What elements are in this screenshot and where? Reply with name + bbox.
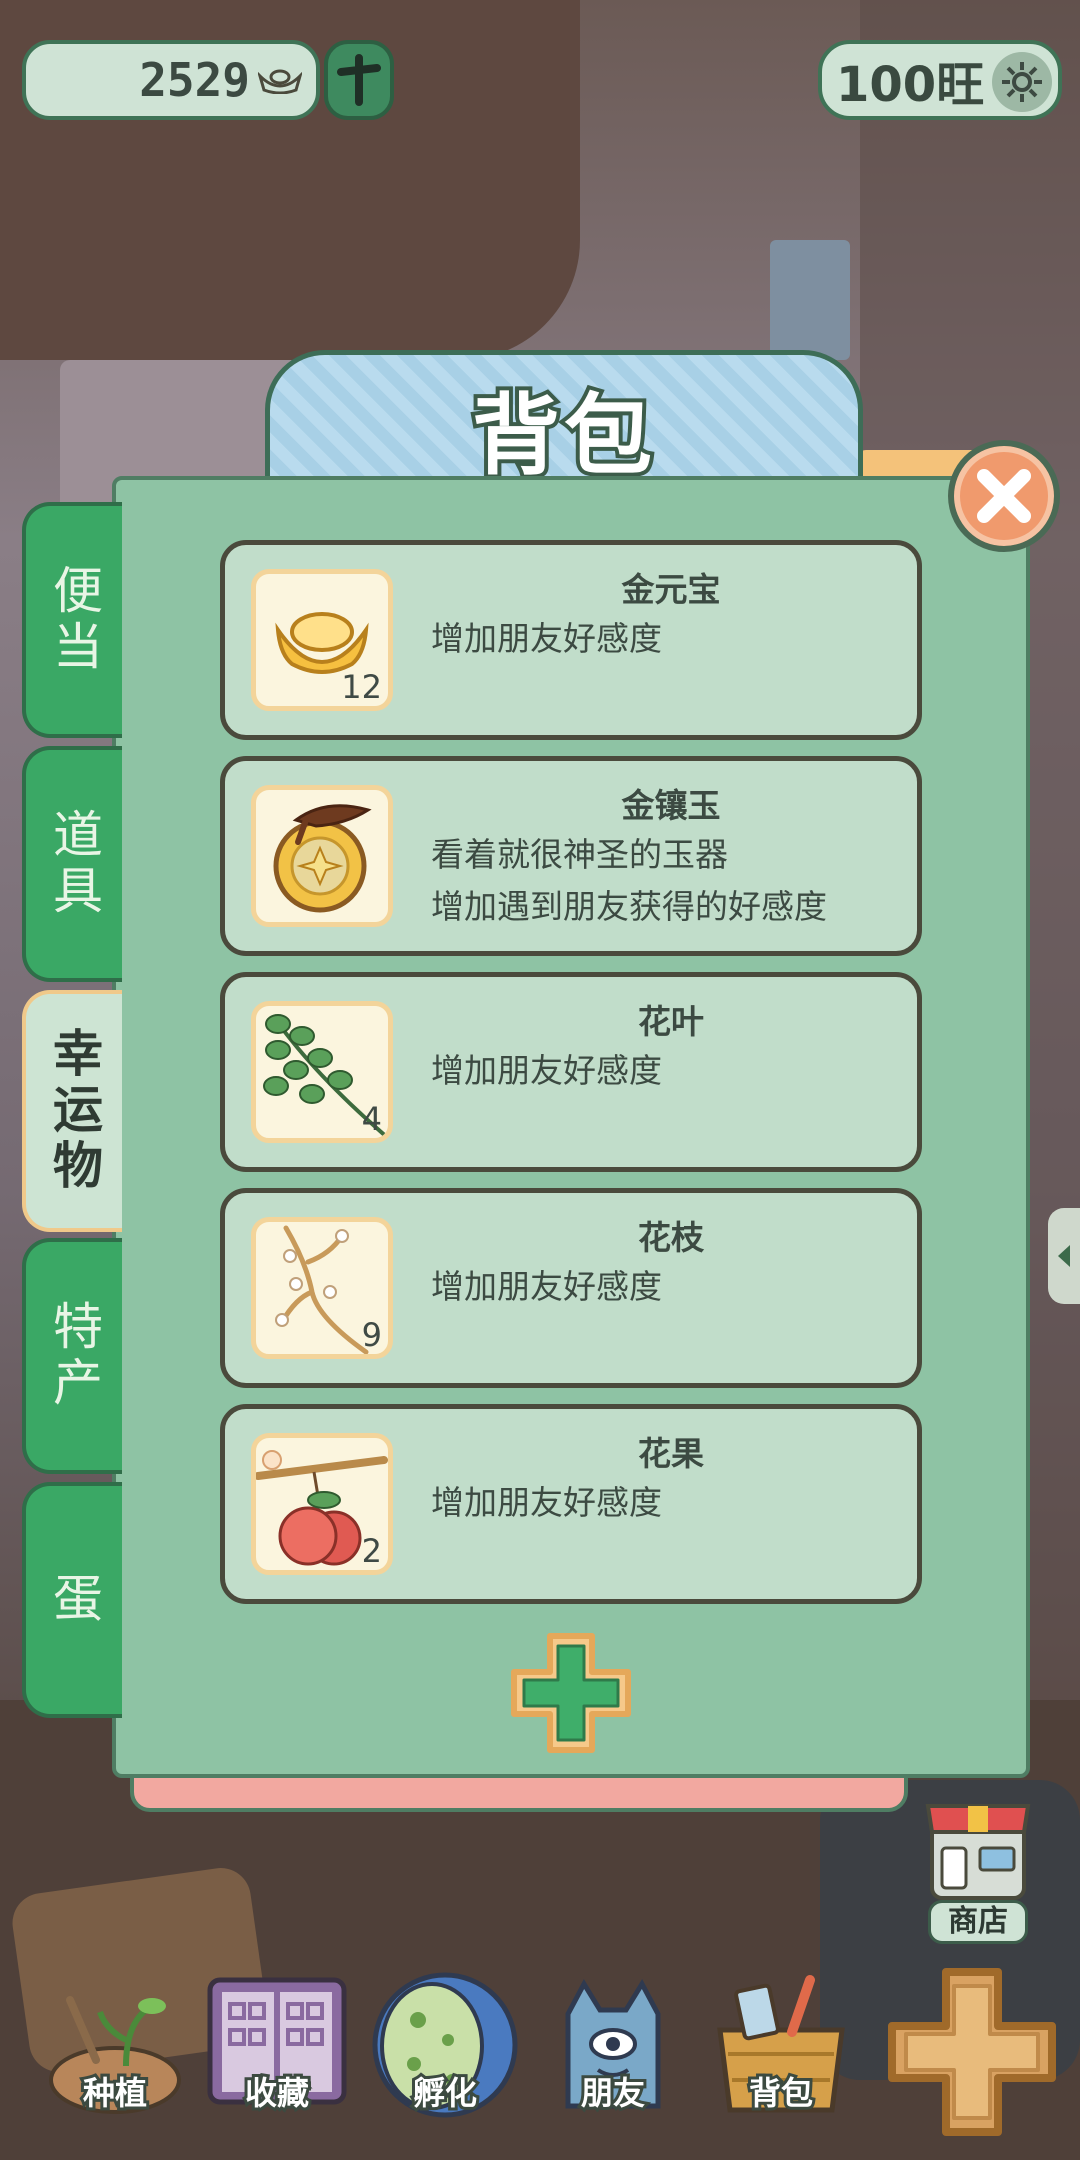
shop-label: 商店 xyxy=(928,1900,1028,1944)
item-desc-line: 看着就很神圣的玉器 xyxy=(431,835,728,874)
item-count: 2 xyxy=(361,1532,382,1570)
item-name: 金元宝 xyxy=(621,570,721,609)
nav-hatch[interactable]: 孵化 xyxy=(370,1970,520,2120)
item-count: 4 xyxy=(361,1100,382,1138)
tab-specialties[interactable]: 特产 xyxy=(22,1238,122,1474)
flower-leaf-icon: 4 xyxy=(251,1001,393,1143)
shop-icon xyxy=(925,1804,1031,1900)
tab-bento[interactable]: 便当 xyxy=(22,502,122,738)
tab-lucky-items[interactable]: 幸运物 xyxy=(22,990,122,1232)
item-description: 增加朋友好感度 xyxy=(431,1477,662,1529)
item-desc-line: 增加遇到朋友获得的好感度 xyxy=(431,887,827,926)
item-name: 花叶 xyxy=(638,1002,704,1041)
plus-icon xyxy=(888,1968,1056,2136)
flower-branch-icon: 9 xyxy=(251,1217,393,1359)
item-desc-line: 增加朋友好感度 xyxy=(431,1483,662,1522)
nav-label: 种植 xyxy=(80,2071,150,2115)
flower-fruit-icon: 2 xyxy=(251,1433,393,1575)
currency-display: 2529 xyxy=(22,40,320,120)
item-count: 9 xyxy=(361,1316,382,1354)
gold-jade-icon xyxy=(251,785,393,927)
tab-eggs[interactable]: 蛋 xyxy=(22,1482,122,1718)
item-description: 增加朋友好感度 xyxy=(431,1045,662,1097)
item-desc-line: 增加朋友好感度 xyxy=(431,1267,662,1306)
item-name: 花果 xyxy=(638,1434,704,1473)
main-action-button[interactable] xyxy=(884,1964,1060,2140)
side-drawer-toggle[interactable] xyxy=(1048,1208,1080,1304)
item-description: 看着就很神圣的玉器 增加遇到朋友获得的好感度 xyxy=(431,829,827,933)
plus-icon xyxy=(511,1633,631,1753)
nav-plant[interactable]: 种植 xyxy=(40,1970,190,2120)
item-card[interactable]: 4 花叶 增加朋友好感度 xyxy=(220,972,922,1172)
tab-props[interactable]: 道具 xyxy=(22,746,122,982)
add-item-button[interactable] xyxy=(506,1628,636,1758)
item-description: 增加朋友好感度 xyxy=(431,1261,662,1313)
nav-label: 背包 xyxy=(746,2071,816,2115)
currency-amount: 2529 xyxy=(139,53,250,107)
shop-button[interactable]: 商店 xyxy=(918,1794,1038,1948)
gear-icon xyxy=(1002,62,1042,102)
close-icon xyxy=(977,469,1031,523)
gold-ingot-icon: 12 xyxy=(251,569,393,711)
nav-backpack[interactable]: 背包 xyxy=(706,1970,856,2120)
arrow-left-icon xyxy=(1058,1245,1070,1267)
background-shutter xyxy=(770,240,850,360)
item-card[interactable]: 12 金元宝 增加朋友好感度 xyxy=(220,540,922,740)
plus-icon xyxy=(337,54,381,106)
nav-label: 收藏 xyxy=(242,2071,312,2115)
item-card[interactable]: 9 花枝 增加朋友好感度 xyxy=(220,1188,922,1388)
nav-label: 朋友 xyxy=(578,2071,648,2115)
item-desc-line: 增加朋友好感度 xyxy=(431,619,662,658)
item-name: 金镶玉 xyxy=(621,786,721,825)
ingot-icon xyxy=(258,66,302,94)
item-card[interactable]: 2 花果 增加朋友好感度 xyxy=(220,1404,922,1604)
item-desc-line: 增加朋友好感度 xyxy=(431,1051,662,1090)
nav-label: 孵化 xyxy=(410,2071,480,2115)
level-display: 100旺 xyxy=(818,40,1062,120)
add-currency-button[interactable] xyxy=(324,40,394,120)
nav-friends[interactable]: 朋友 xyxy=(538,1970,688,2120)
item-name: 花枝 xyxy=(638,1218,704,1257)
item-card[interactable]: 金镶玉 看着就很神圣的玉器 增加遇到朋友获得的好感度 xyxy=(220,756,922,956)
nav-collection[interactable]: 收藏 xyxy=(202,1970,352,2120)
settings-button[interactable] xyxy=(992,52,1052,112)
close-button[interactable] xyxy=(948,440,1060,552)
item-count: 12 xyxy=(341,668,382,706)
item-description: 增加朋友好感度 xyxy=(431,613,662,665)
level-value: 100旺 xyxy=(836,57,985,113)
